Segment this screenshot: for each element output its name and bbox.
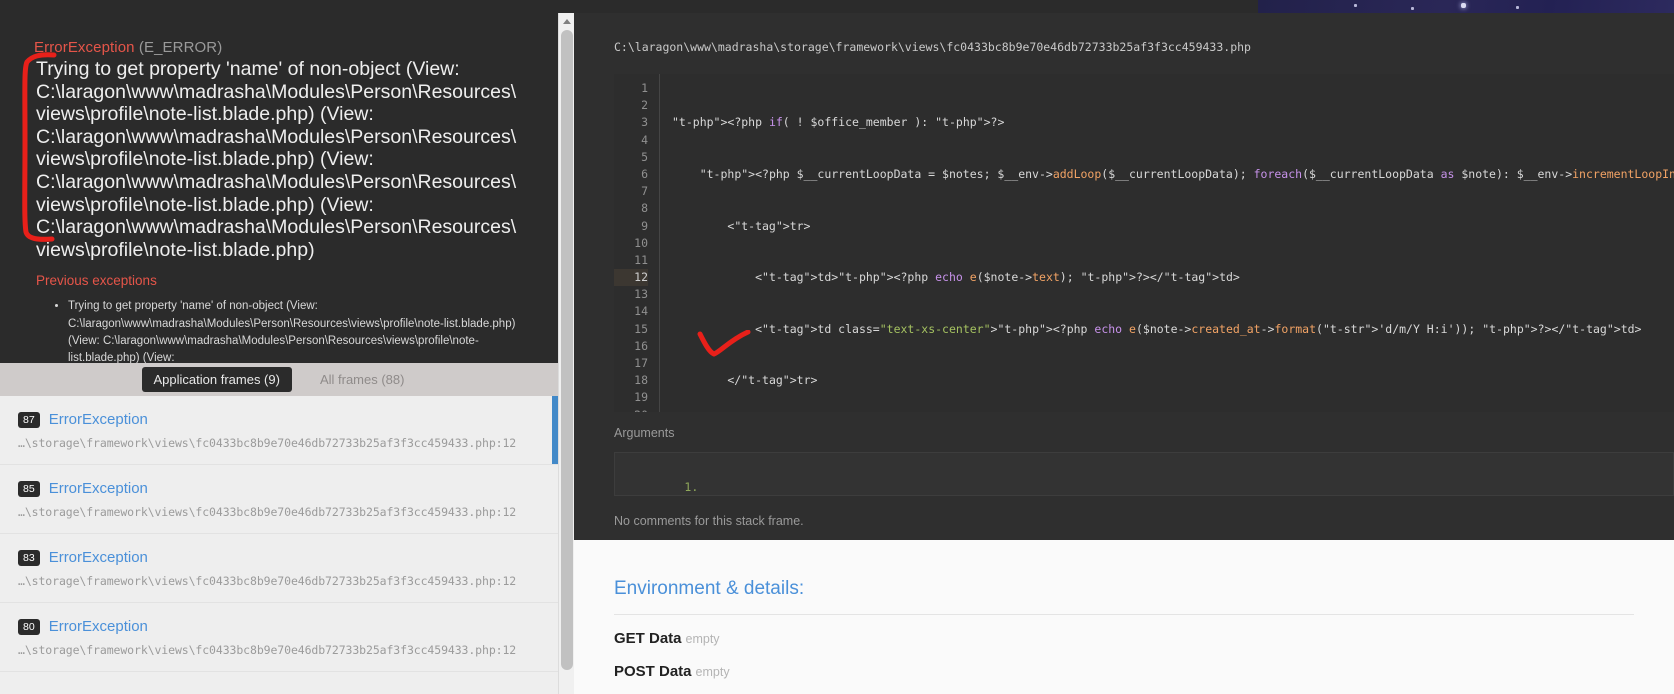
stack-frame-file: …\storage\framework\views\fc0433bc8b9e70…	[18, 505, 517, 519]
no-comments-message: No comments for this stack frame.	[614, 514, 804, 528]
line-number: 13	[634, 287, 648, 302]
code-source-lines: "t-php"><?php if( ! $office_member ): "t…	[660, 74, 1674, 412]
stack-frame-title: 83 ErrorException	[18, 549, 540, 566]
stack-frame-file: …\storage\framework\views\fc0433bc8b9e70…	[18, 574, 517, 588]
environment-details-section: Environment & details: GET Data empty POS…	[574, 540, 1674, 694]
code-line-numbers: 1 2 3 4 5 6 7 8 9 10 11 12 13 14 15 16 1	[614, 74, 660, 412]
stack-frame-index: 80	[18, 618, 40, 635]
line-number: 1	[641, 81, 648, 95]
decorative-top-band	[1258, 0, 1674, 13]
argument-index: 1.	[684, 480, 699, 494]
environment-row: POST Data empty	[614, 663, 1634, 680]
stack-frame-index: 87	[18, 411, 40, 428]
stack-frame-class: ErrorException	[48, 618, 148, 635]
tab-application-frames[interactable]: Application frames (9)	[141, 367, 292, 392]
stack-frame-title: 87 ErrorException	[18, 411, 540, 428]
line-number: 11	[634, 252, 648, 267]
code-line: "t-php"><?php $__currentLoopData = $note…	[699, 167, 1674, 181]
line-number: 8	[641, 201, 648, 216]
stack-frame-row[interactable]: 85 ErrorException …\storage\framework\vi…	[0, 465, 558, 534]
stack-frame-class: ErrorException	[48, 411, 148, 428]
stack-frame-row[interactable]: 80 ErrorException …\storage\framework\vi…	[0, 603, 558, 672]
stack-frame-title: 80 ErrorException	[18, 618, 540, 635]
line-number: 19	[634, 390, 648, 405]
line-number: 4	[641, 132, 648, 147]
previous-exceptions-label: Previous exceptions	[36, 273, 157, 289]
exception-sidebar: ErrorException (E_ERROR) Trying to get p…	[0, 13, 558, 694]
scroll-up-arrow-icon[interactable]	[559, 13, 574, 29]
line-number: 18	[634, 373, 648, 388]
line-number: 15	[634, 321, 648, 336]
environment-row-label: GET Data	[614, 630, 682, 647]
frames-tab-strip: Application frames (9) All frames (88)	[0, 363, 558, 396]
arguments-box: 1. "Trying to get property 'name' of non…	[614, 452, 1674, 496]
exception-type: ErrorException (E_ERROR)	[34, 39, 536, 56]
environment-title: Environment & details:	[614, 578, 805, 599]
argument-value: "Trying to get property 'name' of non-ob…	[684, 494, 1673, 495]
sidebar-scrollbar[interactable]	[558, 13, 574, 694]
stack-frame-file: …\storage\framework\views\fc0433bc8b9e70…	[18, 436, 517, 450]
environment-row-label: POST Data	[614, 663, 692, 680]
stack-frame-title: 85 ErrorException	[18, 480, 540, 497]
exception-message: Trying to get property 'name' of non-obj…	[36, 58, 517, 261]
exception-code: (E_ERROR)	[138, 39, 223, 56]
environment-row-value: empty	[695, 665, 730, 679]
scrollbar-thumb[interactable]	[561, 30, 573, 670]
line-number: 10	[634, 235, 648, 250]
line-number: 6	[641, 166, 648, 181]
argument-item: 1. "Trying to get property 'name' of non…	[629, 466, 1667, 495]
error-page-root: ErrorException (E_ERROR) Trying to get p…	[0, 0, 1674, 694]
stack-frame-row[interactable]: 83 ErrorException …\storage\framework\vi…	[0, 534, 558, 603]
code-line: <"t-tag">td class="text-xs-center">"t-ph…	[672, 321, 1642, 336]
line-number: 5	[641, 149, 648, 164]
exception-message-wrap: Trying to get property 'name' of non-obj…	[22, 52, 536, 261]
line-number: 2	[641, 98, 648, 113]
tab-all-frames[interactable]: All frames (88)	[308, 367, 417, 392]
stack-frame-class: ErrorException	[48, 480, 148, 497]
code-line: <"t-tag">tr>	[672, 218, 811, 233]
environment-row: GET Data empty	[614, 630, 1634, 647]
line-number: 14	[634, 304, 648, 319]
arguments-label: Arguments	[614, 426, 675, 440]
stack-frames-list[interactable]: 87 ErrorException …\storage\framework\vi…	[0, 396, 558, 694]
code-line: "t-php"><?php if( ! $office_member ): "t…	[672, 115, 1005, 130]
stack-frame-row[interactable]: 87 ErrorException …\storage\framework\vi…	[0, 396, 558, 465]
code-line: <"t-tag">td>"t-php"><?php echo e($note->…	[672, 270, 1240, 285]
frame-file-path: C:\laragon\www\madrasha\storage\framewor…	[614, 40, 1251, 54]
code-viewer: 1 2 3 4 5 6 7 8 9 10 11 12 13 14 15 16 1	[614, 74, 1674, 412]
stack-frame-file: …\storage\framework\views\fc0433bc8b9e70…	[18, 643, 517, 657]
line-number: 20	[614, 407, 648, 412]
exception-header: ErrorException (E_ERROR) Trying to get p…	[0, 13, 558, 385]
line-number: 9	[641, 218, 648, 233]
line-number: 3	[641, 115, 648, 130]
line-number: 16	[634, 338, 648, 353]
stack-frame-index: 85	[18, 480, 40, 497]
frame-detail-panel: C:\laragon\www\madrasha\storage\framewor…	[574, 13, 1674, 694]
line-number: 17	[634, 356, 648, 370]
environment-divider	[614, 614, 1634, 615]
exception-type-name: ErrorException	[34, 39, 135, 56]
environment-row-value: empty	[685, 632, 720, 646]
stack-frame-class: ErrorException	[48, 549, 148, 566]
stack-frame-index: 83	[18, 549, 40, 566]
code-line: </"t-tag">tr>	[672, 373, 818, 388]
line-number: 7	[641, 184, 648, 199]
line-number-highlighted: 12	[614, 269, 648, 287]
